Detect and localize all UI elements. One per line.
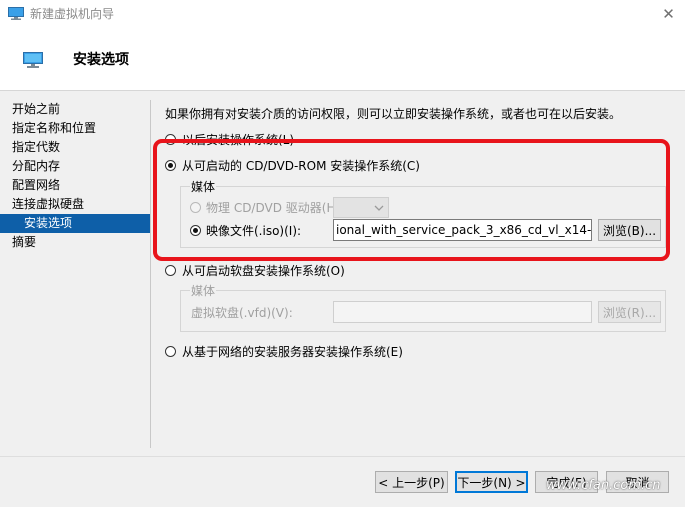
option-install-from-floppy-label: 从可启动软盘安装操作系统(O) xyxy=(182,264,345,278)
watermark: www.cfan.com.cn xyxy=(546,478,661,493)
nav-item-generation[interactable]: 指定代数 xyxy=(0,138,150,157)
window-title: 新建虚拟机向导 xyxy=(30,7,115,21)
floppy-label: 虚拟软盘(.vfd)(V): xyxy=(191,306,293,320)
close-button[interactable]: ✕ xyxy=(652,0,685,28)
wizard-nav: 开始之前 指定名称和位置 指定代数 分配内存 配置网络 连接虚拟硬盘 安装选项 … xyxy=(0,100,150,252)
option-install-from-network-label: 从基于网络的安装服务器安装操作系统(E) xyxy=(182,345,403,359)
nav-item-summary[interactable]: 摘要 xyxy=(0,233,150,252)
highlight-box xyxy=(153,139,670,261)
footer-divider xyxy=(0,456,685,457)
browse-floppy-button[interactable]: 浏览(R)... xyxy=(598,301,661,323)
nav-item-before-you-begin[interactable]: 开始之前 xyxy=(0,100,150,119)
next-button[interactable]: 下一步(N) > xyxy=(455,471,528,493)
monitor-icon xyxy=(23,52,43,68)
nav-item-install-options[interactable]: 安装选项 xyxy=(0,214,150,233)
floppy-path-input[interactable] xyxy=(333,301,592,323)
intro-text: 如果你拥有对安装介质的访问权限，则可以立即安装操作系统，或者也可在以后安装。 xyxy=(165,107,622,121)
nav-item-memory[interactable]: 分配内存 xyxy=(0,157,150,176)
page-title: 安装选项 xyxy=(73,52,129,68)
monitor-icon xyxy=(8,7,24,20)
nav-item-name-location[interactable]: 指定名称和位置 xyxy=(0,119,150,138)
radio-install-from-network[interactable] xyxy=(165,346,176,357)
nav-item-virtual-disk[interactable]: 连接虚拟硬盘 xyxy=(0,195,150,214)
floppy-media-group-label: 媒体 xyxy=(190,284,217,298)
radio-install-from-floppy[interactable] xyxy=(165,265,176,276)
nav-divider xyxy=(150,100,151,448)
close-icon: ✕ xyxy=(662,5,675,23)
nav-item-network[interactable]: 配置网络 xyxy=(0,176,150,195)
prev-button[interactable]: < 上一步(P) xyxy=(375,471,448,493)
